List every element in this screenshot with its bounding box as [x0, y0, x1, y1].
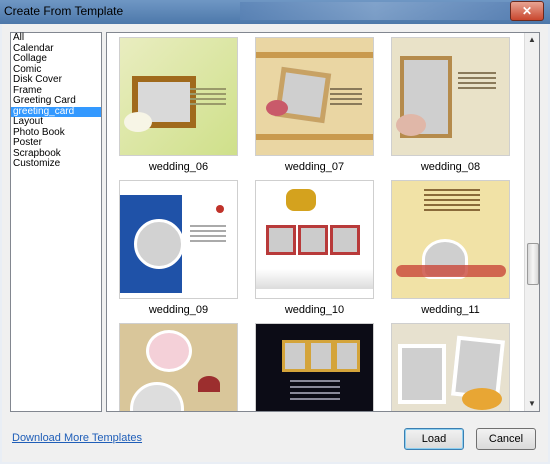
template-thumb-wedding-08[interactable]: wedding_08 [391, 37, 510, 173]
template-caption: wedding_10 [284, 304, 345, 316]
template-caption: wedding_06 [148, 161, 209, 173]
download-more-templates-link[interactable]: Download More Templates [12, 432, 142, 444]
category-item[interactable]: Customize [11, 158, 101, 170]
template-caption: wedding_07 [284, 161, 345, 173]
template-preview [391, 180, 510, 299]
template-thumb[interactable] [391, 323, 510, 411]
template-thumb[interactable] [119, 323, 238, 411]
category-list[interactable]: All Calendar Collage Comic Disk Cover Fr… [10, 32, 102, 412]
category-item[interactable]: Layout [11, 116, 101, 128]
close-button[interactable]: ✕ [510, 1, 544, 21]
template-thumb-wedding-09[interactable]: wedding_09 [119, 180, 238, 316]
template-caption: wedding_11 [421, 304, 480, 316]
template-preview [391, 37, 510, 156]
template-gallery[interactable]: wedding_06 wedding_07 wedding_08 wedding… [106, 32, 540, 412]
category-item[interactable]: Disk Cover [11, 74, 101, 86]
category-item[interactable]: All [11, 32, 101, 44]
template-thumb[interactable] [255, 323, 374, 411]
category-item[interactable]: Collage [11, 53, 101, 65]
template-preview [119, 323, 238, 411]
template-caption: wedding_08 [420, 161, 481, 173]
template-preview [119, 180, 238, 299]
load-button[interactable]: Load [404, 428, 464, 450]
title-bar: Create From Template ✕ [0, 0, 550, 24]
template-thumb-wedding-07[interactable]: wedding_07 [255, 37, 374, 173]
template-preview [255, 180, 374, 299]
template-caption: wedding_09 [148, 304, 209, 316]
template-preview [119, 37, 238, 156]
scroll-up-icon[interactable]: ▲ [525, 33, 539, 47]
dialog-body: All Calendar Collage Comic Disk Cover Fr… [2, 24, 548, 462]
window-title: Create From Template [4, 4, 124, 18]
cancel-button[interactable]: Cancel [476, 428, 536, 450]
category-item[interactable]: Poster [11, 137, 101, 149]
template-thumb-wedding-06[interactable]: wedding_06 [119, 37, 238, 173]
template-preview [391, 323, 510, 411]
scroll-down-icon[interactable]: ▼ [525, 397, 539, 411]
background-window-blur [240, 2, 510, 20]
vertical-scrollbar[interactable]: ▲ ▼ [524, 33, 539, 411]
template-thumb-wedding-11[interactable]: wedding_11 [391, 180, 510, 316]
category-item[interactable]: Greeting Card [11, 95, 101, 107]
template-thumb-wedding-10[interactable]: wedding_10 [255, 180, 374, 316]
scrollbar-thumb[interactable] [527, 243, 539, 285]
template-preview [255, 323, 374, 411]
template-preview [255, 37, 374, 156]
